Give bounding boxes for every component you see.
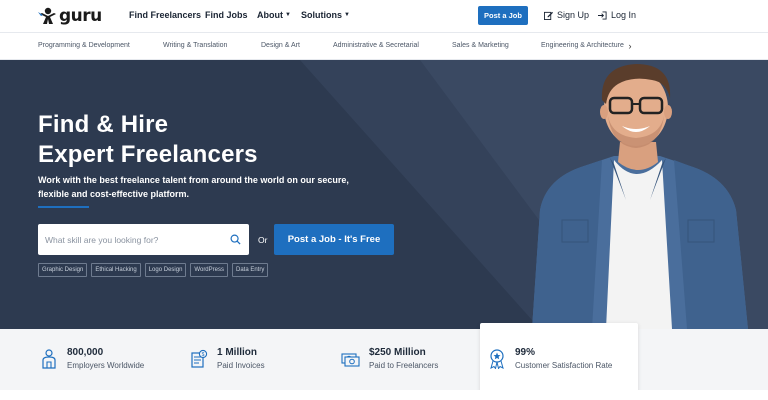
logo-icon [38,7,56,24]
hero-person-image [532,64,748,329]
post-a-job-button[interactable]: Post a Job [478,6,528,25]
hero-subtitle: Work with the best freelance talent from… [38,175,349,199]
category-engineering[interactable]: Engineering & Architecture [541,42,624,49]
page-bottom [0,390,768,400]
post-job-free-button[interactable]: Post a Job - It's Free [274,224,394,255]
nav-find-freelancers[interactable]: Find Freelancers [129,10,201,20]
sign-up-label: Sign Up [557,10,590,20]
hero-title-line1: Find & Hire [38,111,169,138]
hero-section: Find & Hire Expert Freelancers Work with… [0,60,768,329]
nav-solutions-label: Solutions [301,10,342,20]
stat-satisfaction: 99% Customer Satisfaction Rate [488,347,612,373]
or-label: Or [258,235,268,245]
money-icon [341,353,360,367]
nav-solutions[interactable]: Solutions ▼ [301,10,350,20]
stat-invoices: $ 1 Million Paid Invoices [190,347,265,373]
login-icon [598,10,607,20]
stat-invoices-value: 1 Million [217,347,257,358]
skill-search-input[interactable] [38,224,223,255]
hero-title-line2: Expert Freelancers [38,141,258,168]
award-icon [490,349,504,369]
stat-satisfaction-value: 99% [515,347,536,358]
category-administrative[interactable]: Administrative & Secretarial [333,42,419,49]
hero-title: Find & Hire Expert Freelancers [38,110,258,170]
nav-about-label: About [257,10,283,20]
category-programming[interactable]: Programming & Development [38,42,130,49]
chevron-right-icon[interactable]: › [624,40,636,52]
tag-ethical-hacking[interactable]: Ethical Hacking [91,263,141,277]
category-sales[interactable]: Sales & Marketing [452,42,509,49]
log-in-link[interactable]: Log In [598,10,636,20]
category-writing[interactable]: Writing & Translation [163,42,227,49]
tag-graphic-design[interactable]: Graphic Design [38,263,88,277]
svg-text:$: $ [202,352,205,358]
log-in-label: Log In [611,10,637,20]
skill-search-box [38,224,249,255]
category-design[interactable]: Design & Art [261,42,300,49]
invoice-icon: $ [191,349,208,368]
hero-divider [38,206,89,208]
stat-employers: 800,000 Employers Worldwide [40,347,144,373]
stat-satisfaction-label: Customer Satisfaction Rate [515,361,613,370]
stat-paid-value: $250 Million [369,347,426,358]
stat-paid-label: Paid to Freelancers [369,361,439,370]
search-icon[interactable] [230,234,241,245]
stat-paid: $250 Million Paid to Freelancers [340,347,438,373]
stat-employers-label: Employers Worldwide [67,361,145,370]
tag-wordpress[interactable]: WordPress [190,263,228,277]
nav-find-jobs-label: Find Jobs [205,10,248,20]
category-bar: Programming & Development Writing & Tran… [0,33,768,60]
popular-tags: Graphic Design Ethical Hacking Logo Desi… [38,263,269,277]
chevron-down-icon: ▼ [344,12,350,18]
nav-find-jobs[interactable]: Find Jobs [205,10,248,20]
edit-icon [544,11,553,20]
person-icon [42,349,56,369]
tag-data-entry[interactable]: Data Entry [232,263,269,277]
chevron-down-icon: ▼ [285,12,291,18]
sign-up-link[interactable]: Sign Up [544,10,589,20]
top-navigation: guru Find Freelancers Find Jobs About ▼ … [0,0,768,33]
stat-invoices-label: Paid Invoices [217,361,265,370]
stat-employers-value: 800,000 [67,347,104,358]
nav-find-freelancers-label: Find Freelancers [129,10,202,20]
tag-logo-design[interactable]: Logo Design [144,263,187,277]
nav-about[interactable]: About ▼ [257,10,291,20]
guru-logo[interactable]: guru [38,7,102,25]
logo-text: guru [59,6,102,26]
